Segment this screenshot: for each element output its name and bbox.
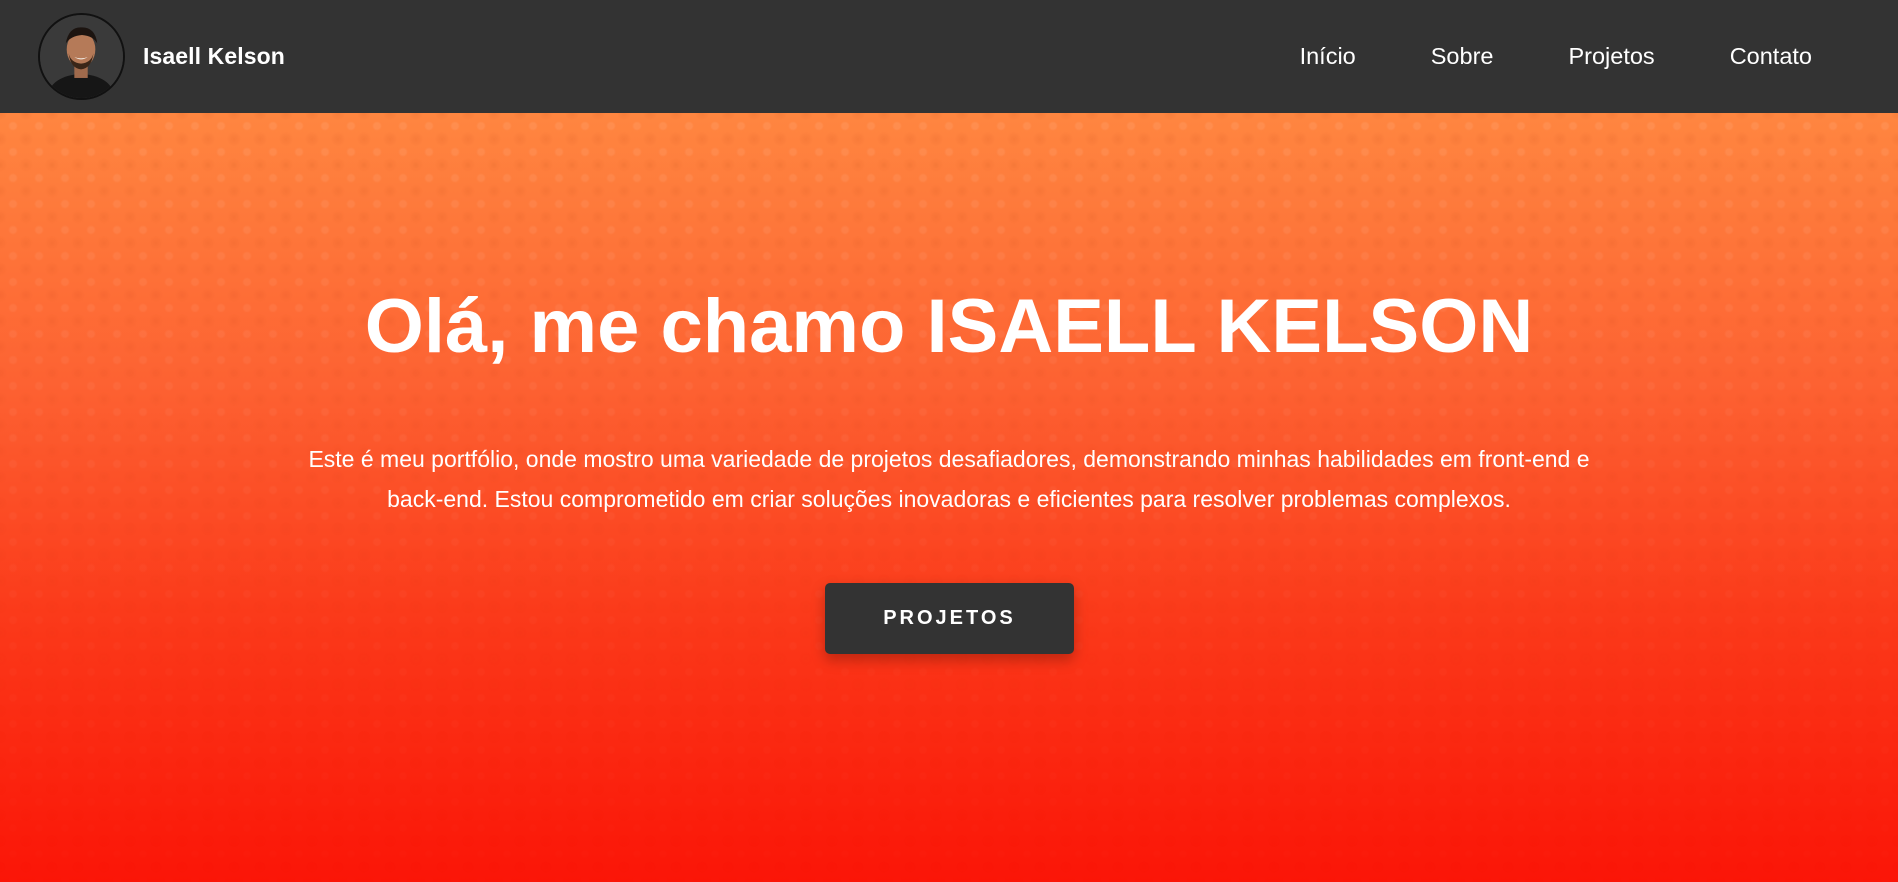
nav-item-sobre[interactable]: Sobre — [1431, 43, 1494, 70]
brand-name[interactable]: Isaell Kelson — [143, 43, 285, 70]
brand[interactable]: Isaell Kelson — [38, 13, 285, 100]
projects-button[interactable]: PROJETOS — [825, 583, 1074, 654]
hero-section: Olá, me chamo ISAELL KELSON Este é meu p… — [0, 113, 1898, 882]
nav-item-contato[interactable]: Contato — [1730, 43, 1812, 70]
nav-item-projetos[interactable]: Projetos — [1568, 43, 1654, 70]
main-nav: Início Sobre Projetos Contato — [1300, 0, 1812, 113]
hero-title: Olá, me chamo ISAELL KELSON — [364, 284, 1534, 369]
hero-description: Este é meu portfólio, onde mostro uma va… — [308, 446, 1590, 512]
nav-item-inicio[interactable]: Início — [1300, 43, 1356, 70]
profile-avatar[interactable] — [38, 13, 125, 100]
navbar: Isaell Kelson Início Sobre Projetos Cont… — [0, 0, 1898, 113]
